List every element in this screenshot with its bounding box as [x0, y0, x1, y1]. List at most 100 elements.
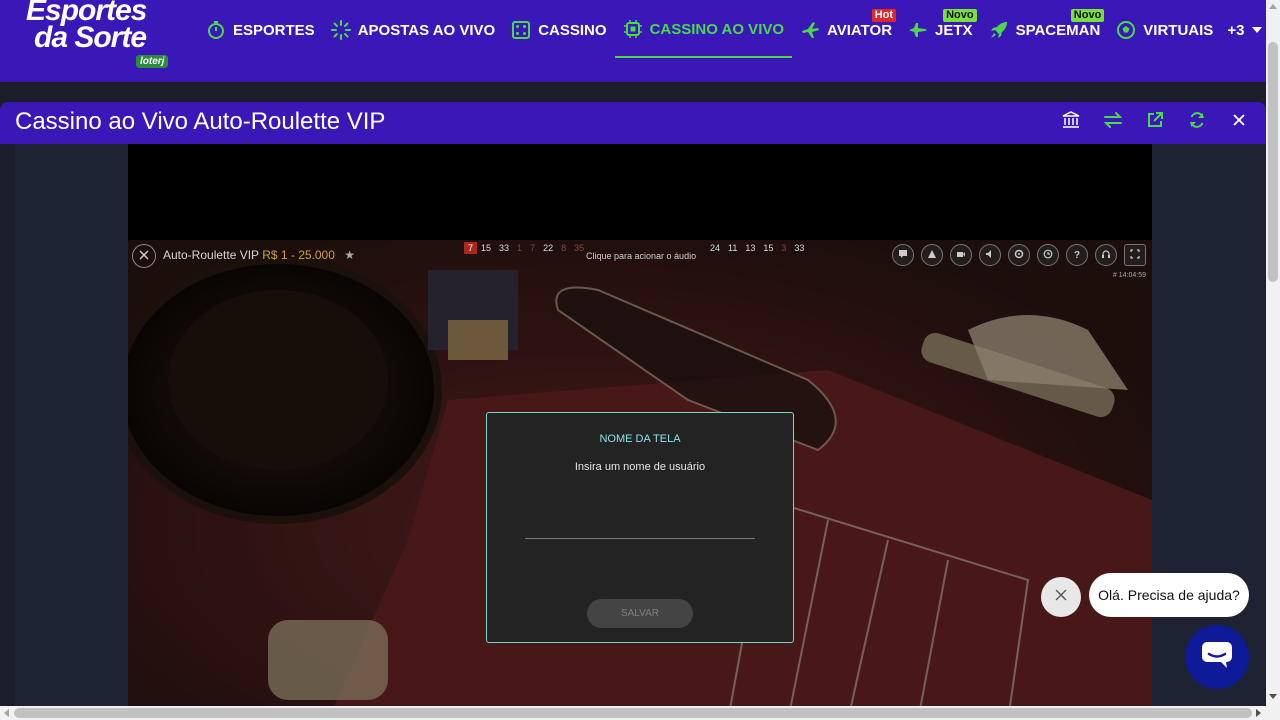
result-number: 24 — [710, 243, 721, 253]
close-icon — [1055, 588, 1067, 606]
logo-line-2: da Sorte — [34, 21, 147, 54]
refresh-button[interactable] — [1182, 110, 1212, 134]
video-button[interactable] — [950, 244, 972, 266]
nav-more-dropdown[interactable]: +3 — [1227, 21, 1263, 39]
external-link-button[interactable] — [1140, 110, 1170, 134]
soccer-ball-icon — [1116, 20, 1136, 40]
nav-item-spaceman[interactable]: SPACEMAN Novo — [981, 2, 1109, 58]
top-navbar: Esportes da Sorte loterj ESPORTES APOSTA… — [0, 0, 1266, 82]
hot-badge: Hot — [871, 9, 897, 22]
external-link-icon — [1146, 111, 1164, 134]
favorite-star-icon[interactable]: ★ — [344, 248, 355, 262]
site-logo[interactable]: Esportes da Sorte loterj — [24, 0, 176, 72]
result-number: 1 — [517, 243, 523, 253]
nav-item-jetx[interactable]: JETX Novo — [900, 2, 981, 58]
vertical-scroll-thumb[interactable] — [1268, 42, 1278, 282]
nav-item-apostas-ao-vivo[interactable]: APOSTAS AO VIVO — [323, 2, 504, 58]
swap-button[interactable] — [1098, 110, 1128, 134]
recent-results-right: 24 11 13 15 3 33 — [706, 242, 808, 254]
chip-icon — [623, 19, 643, 39]
dialog-prompt: Insira um nome de usuário — [574, 461, 706, 473]
horizontal-scroll-thumb[interactable] — [14, 708, 1252, 718]
result-number: 7 — [530, 243, 536, 253]
dialog-title: NOME DA TELA — [599, 433, 681, 445]
game-title: Cassino ao Vivo Auto-Roulette VIP — [15, 108, 386, 135]
chevron-down-icon — [1252, 27, 1263, 33]
close-icon — [1233, 113, 1245, 131]
settings-button[interactable] — [1008, 244, 1030, 266]
warning-button[interactable] — [921, 244, 943, 266]
nav-item-virtuais[interactable]: VIRTUAIS — [1108, 2, 1221, 58]
nav-item-esportes[interactable]: ESPORTES — [198, 2, 323, 58]
stream-clock: # 14:04:59 — [1112, 272, 1146, 279]
scroll-up-arrow-icon[interactable] — [1269, 4, 1277, 9]
nav-label: JETX — [935, 21, 973, 39]
player-topbar: Auto-Roulette VIP R$ 1 - 25.000 ★ 7 15 3… — [128, 240, 1152, 279]
jet-icon — [908, 20, 928, 40]
chat-greeting-bubble[interactable]: Olá. Precisa de ajuda? — [1089, 573, 1249, 617]
help-icon: ? — [1073, 249, 1081, 261]
rocket-icon — [989, 20, 1009, 40]
recent-results-left: 7 15 33 1 7 22 8 35 — [464, 242, 588, 254]
bank-icon — [1062, 110, 1080, 134]
bet-limits: R$ 1 - 25.000 — [262, 248, 335, 262]
chat-launcher-button[interactable] — [1185, 625, 1249, 689]
result-number: 33 — [499, 243, 510, 253]
player-controls: ? — [885, 244, 1146, 266]
nav-label: APOSTAS AO VIVO — [357, 21, 496, 39]
fullscreen-button[interactable] — [1124, 244, 1146, 266]
dice-icon — [511, 20, 531, 40]
audio-hint[interactable]: Clique para acionar o áudio — [586, 251, 696, 261]
refresh-icon — [1188, 111, 1206, 134]
speaker-icon — [985, 246, 995, 264]
close-icon — [139, 247, 149, 265]
result-number: 13 — [745, 243, 756, 253]
new-badge: Novo — [943, 9, 977, 22]
result-number: 3 — [781, 243, 787, 253]
result-number: 22 — [543, 243, 554, 253]
player-close-button[interactable] — [132, 244, 156, 268]
nav-item-cassino[interactable]: CASSINO — [503, 2, 614, 58]
chat-dismiss-button[interactable] — [1041, 577, 1081, 617]
result-number: 8 — [561, 243, 567, 253]
nav-item-cassino-ao-vivo[interactable]: CASSINO AO VIVO — [614, 2, 793, 58]
nav-more-label: +3 — [1227, 21, 1245, 39]
history-button[interactable] — [1037, 244, 1059, 266]
plane-icon — [800, 20, 820, 40]
scroll-left-arrow-icon[interactable] — [4, 709, 9, 717]
sound-button[interactable] — [979, 244, 1001, 266]
save-button[interactable]: SALVAR — [587, 599, 693, 628]
scroll-down-arrow-icon[interactable] — [1269, 694, 1277, 699]
nav-label: VIRTUAIS — [1143, 21, 1214, 39]
live-burst-icon — [330, 20, 351, 40]
vertical-scrollbar[interactable] — [1266, 0, 1280, 720]
player-game-title: Auto-Roulette VIP — [163, 248, 259, 262]
horizontal-scrollbar[interactable] — [0, 706, 1266, 720]
swap-icon — [1103, 111, 1123, 134]
stopwatch-icon — [206, 20, 226, 40]
nav-item-aviator[interactable]: AVIATOR Hot — [792, 2, 900, 58]
nav-label: CASSINO AO VIVO — [649, 20, 785, 38]
gear-icon — [1014, 246, 1024, 264]
screen-name-dialog: NOME DA TELA Insira um nome de usuário S… — [486, 412, 794, 643]
result-number: 33 — [794, 243, 805, 253]
headset-icon — [1101, 246, 1111, 264]
nav-label: AVIATOR — [827, 21, 893, 39]
main-nav: ESPORTES APOSTAS AO VIVO CASSINO CASSINO… — [198, 0, 1263, 82]
chat-icon — [898, 246, 908, 264]
bank-button[interactable] — [1056, 110, 1086, 134]
warning-icon — [927, 246, 937, 264]
result-number: 15 — [763, 243, 774, 253]
player-game-name: Auto-Roulette VIP R$ 1 - 25.000 ★ — [163, 248, 355, 262]
nav-label: SPACEMAN — [1015, 21, 1101, 39]
lobby-button[interactable] — [1095, 244, 1117, 266]
logo-badge: loterj — [136, 55, 169, 68]
help-button[interactable]: ? — [1066, 244, 1088, 266]
result-number: 7 — [464, 242, 478, 254]
result-number: 15 — [481, 243, 492, 253]
close-game-button[interactable] — [1224, 110, 1254, 134]
chat-toggle-button[interactable] — [892, 244, 914, 266]
new-badge: Novo — [1070, 9, 1105, 22]
username-input[interactable] — [525, 513, 755, 539]
scroll-right-arrow-icon[interactable] — [1256, 709, 1261, 717]
